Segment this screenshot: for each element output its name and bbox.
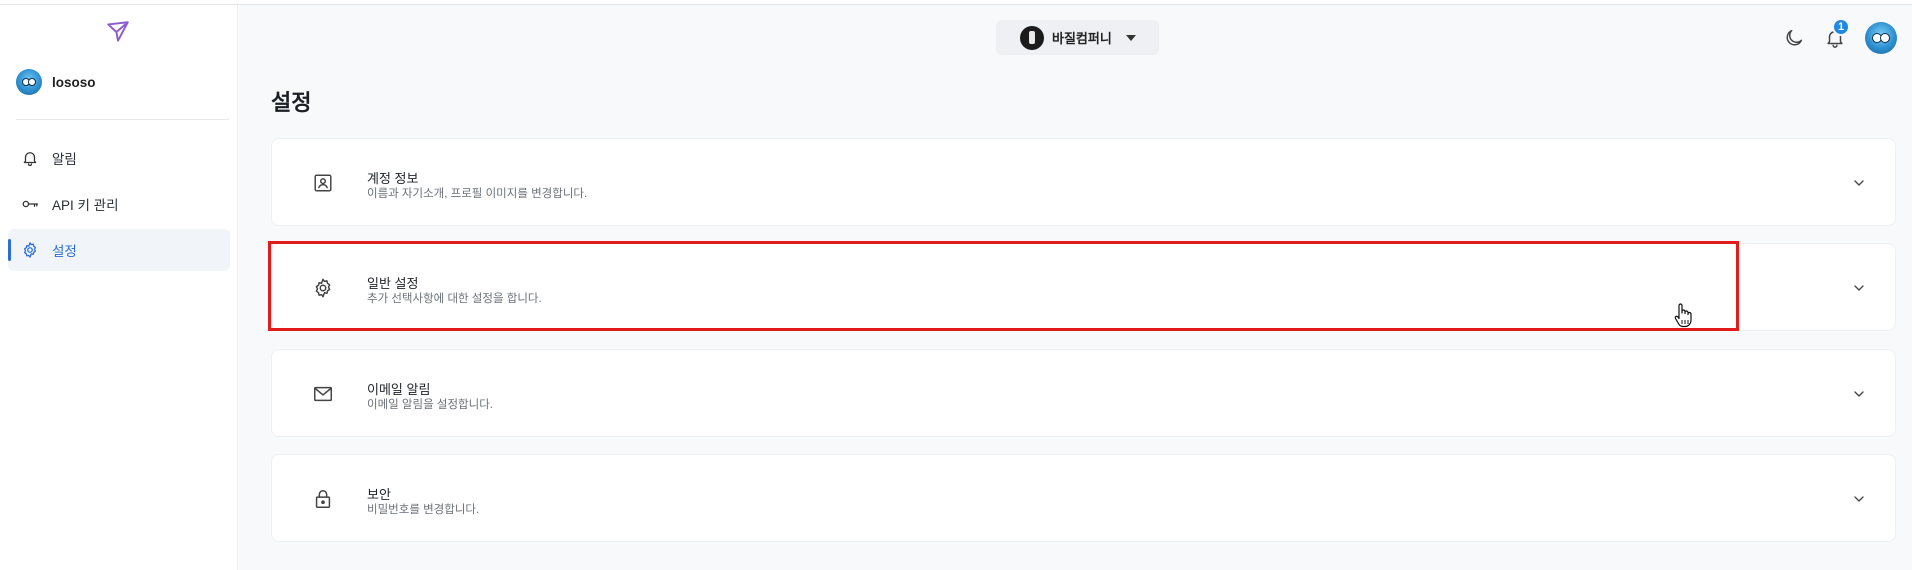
card-description: 이름과 자기소개, 프로필 이미지를 변경합니다. [367, 188, 588, 200]
chevron-down-icon[interactable] [1851, 386, 1867, 402]
sidebar-item-label: API 키 관리 [52, 198, 119, 213]
main-content: 바질컴퍼니 1 설정 계정 정보 이름과 자기소개, 프로필 이미지를 변경합니… [239, 5, 1912, 570]
settings-card-security[interactable]: 보안 비밀번호를 변경합니다. [271, 454, 1896, 542]
page-title: 설정 [271, 90, 312, 115]
gear-icon [315, 278, 331, 298]
settings-card-account-info[interactable]: 계정 정보 이름과 자기소개, 프로필 이미지를 변경합니다. [271, 138, 1896, 226]
avatar [16, 69, 42, 95]
user-avatar-button[interactable] [1865, 22, 1897, 54]
organization-logo [1020, 25, 1044, 50]
key-icon [22, 200, 39, 208]
chevron-down-icon[interactable] [1851, 491, 1867, 507]
card-description: 추가 선택사항에 대한 설정을 합니다. [367, 293, 542, 305]
sidebar-item-api-keys[interactable]: API 키 관리 [8, 183, 230, 225]
sidebar: lososo 알림 API 키 관리 설정 [0, 5, 238, 570]
sidebar-item-label: 설정 [52, 244, 77, 259]
settings-card-general[interactable]: 일반 설정 추가 선택사항에 대한 설정을 합니다. [271, 243, 1896, 331]
sidebar-item-notifications[interactable]: 알림 [8, 137, 230, 179]
moon-icon[interactable] [1783, 27, 1805, 49]
sidebar-nav: 알림 API 키 관리 설정 [8, 137, 230, 275]
sidebar-item-settings[interactable]: 설정 [8, 229, 230, 271]
card-description: 비밀번호를 변경합니다. [367, 504, 480, 516]
chevron-down-icon[interactable] [1851, 280, 1867, 296]
gear-icon [23, 242, 37, 258]
card-description: 이메일 알림을 설정합니다. [367, 399, 493, 411]
caret-down-icon [1125, 34, 1136, 41]
user-profile[interactable]: lososo [16, 67, 96, 97]
organization-name: 바질컴퍼니 [1052, 31, 1112, 46]
notification-badge: 1 [1832, 18, 1850, 36]
lock-icon [315, 490, 331, 508]
mail-icon [314, 386, 332, 402]
user-name: lososo [52, 74, 96, 90]
settings-card-email-notifications[interactable]: 이메일 알림 이메일 알림을 설정합니다. [271, 349, 1896, 437]
bell-icon [23, 152, 37, 167]
id-card-icon [314, 174, 332, 192]
organization-selector[interactable]: 바질컴퍼니 [996, 20, 1159, 55]
sidebar-item-label: 알림 [52, 152, 77, 167]
sidebar-divider [16, 119, 229, 120]
chevron-down-icon[interactable] [1851, 175, 1867, 191]
paper-plane-logo-icon[interactable] [105, 19, 131, 45]
